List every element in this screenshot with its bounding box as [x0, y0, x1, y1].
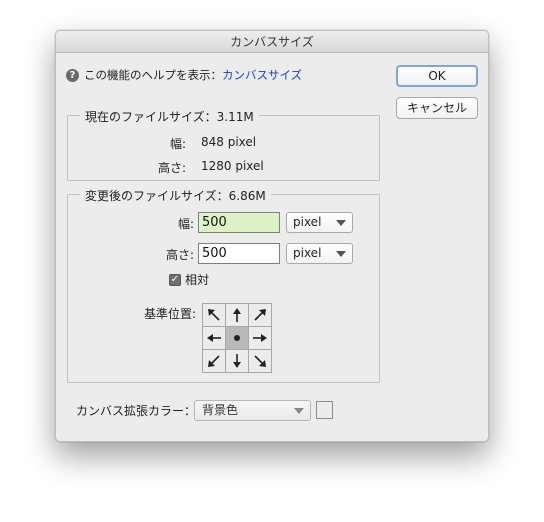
anchor-grid[interactable] [202, 303, 272, 373]
extension-color-select[interactable]: 背景色 [194, 400, 311, 421]
width-unit-select[interactable]: pixel [286, 212, 353, 233]
current-width-label: 幅: [169, 137, 186, 151]
anchor-top-right[interactable] [249, 304, 272, 327]
extension-color-value: 背景色 [202, 403, 239, 417]
new-width-input[interactable]: 500 [198, 212, 280, 233]
help-icon[interactable]: ? [66, 68, 79, 82]
help-link[interactable]: カンバスサイズ [222, 67, 302, 83]
help-row: ? この機能のヘルプを表示： カンバスサイズ [66, 67, 302, 83]
anchor-center[interactable] [226, 327, 249, 350]
arrow-up-left-icon [208, 309, 220, 321]
help-text: この機能のヘルプを表示： [84, 68, 222, 82]
extension-color-label: カンバス拡張カラー： [76, 404, 197, 418]
relative-checkbox[interactable]: ✓ [169, 273, 181, 286]
new-size-legend: 変更後のファイルサイズ：6.86M [80, 187, 271, 204]
arrow-left-icon [207, 334, 221, 342]
chevron-down-icon [336, 251, 346, 257]
dialog-title: カンバスサイズ [56, 31, 488, 53]
chevron-down-icon [336, 220, 346, 226]
arrow-right-icon [253, 334, 267, 342]
height-unit-select[interactable]: pixel [286, 243, 353, 264]
anchor-bottom-right[interactable] [249, 350, 272, 373]
anchor-top[interactable] [226, 304, 249, 327]
current-height-label: 高さ: [157, 161, 186, 175]
chevron-down-icon [294, 408, 304, 414]
relative-label: 相対 [185, 273, 210, 287]
new-height-input[interactable]: 500 [198, 243, 280, 264]
extension-color-swatch[interactable] [316, 401, 333, 419]
canvas-size-dialog: カンバスサイズ ? この機能のヘルプを表示： カンバスサイズ OK キャンセル … [55, 30, 489, 442]
anchor-label: 基準位置: [143, 307, 196, 321]
width-unit-value: pixel [293, 215, 322, 229]
current-height-value: 1280 pixel [201, 159, 264, 173]
anchor-left[interactable] [203, 327, 226, 350]
arrow-up-right-icon [254, 309, 266, 321]
arrow-down-left-icon [208, 355, 220, 367]
relative-checkbox-row[interactable]: ✓ 相対 [169, 271, 209, 288]
new-width-label: 幅: [177, 217, 194, 231]
current-width-value: 848 pixel [201, 135, 257, 149]
arrow-down-right-icon [254, 355, 266, 367]
arrow-up-icon [233, 308, 241, 322]
cancel-button[interactable]: キャンセル [396, 97, 478, 119]
anchor-bottom-left[interactable] [203, 350, 226, 373]
anchor-top-left[interactable] [203, 304, 226, 327]
current-size-legend: 現在のファイルサイズ：3.11M [80, 108, 259, 125]
ok-button[interactable]: OK [396, 65, 478, 87]
height-unit-value: pixel [293, 246, 322, 260]
anchor-bottom[interactable] [226, 350, 249, 373]
dot-icon [234, 335, 240, 341]
new-height-label: 高さ: [165, 248, 194, 262]
arrow-down-icon [233, 354, 241, 368]
anchor-right[interactable] [249, 327, 272, 350]
